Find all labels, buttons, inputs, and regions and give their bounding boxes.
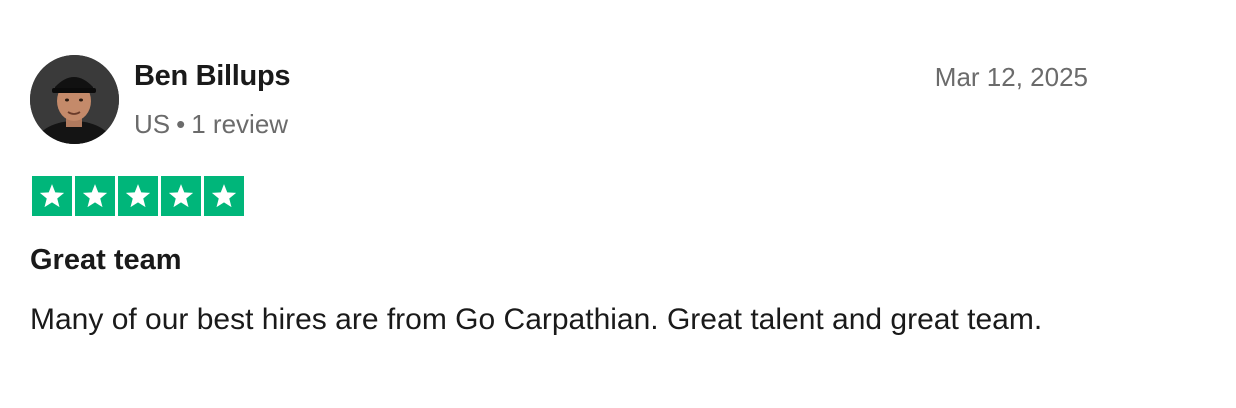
- avatar-photo: [30, 55, 119, 144]
- review-body: Many of our best hires are from Go Carpa…: [30, 303, 1043, 336]
- review-date: Mar 12, 2025: [934, 62, 1088, 92]
- reviewer-review-count[interactable]: 1 review: [191, 109, 288, 139]
- star-icon: [75, 176, 115, 216]
- star-icon: [161, 176, 201, 216]
- review-title[interactable]: Great team: [30, 242, 182, 278]
- meta-separator: •: [176, 109, 186, 139]
- star-icon: [32, 176, 72, 216]
- reviewer-meta: US • 1 review: [134, 107, 288, 141]
- reviewer-country: US: [134, 109, 171, 139]
- star-rating: [32, 176, 244, 216]
- review-card: Ben Billups US • 1 review Mar 12, 2025 Gre…: [0, 0, 1236, 408]
- star-icon: [118, 176, 158, 216]
- avatar[interactable]: [30, 55, 119, 144]
- star-icon: [204, 176, 244, 216]
- reviewer-name[interactable]: Ben Billups: [134, 58, 291, 94]
